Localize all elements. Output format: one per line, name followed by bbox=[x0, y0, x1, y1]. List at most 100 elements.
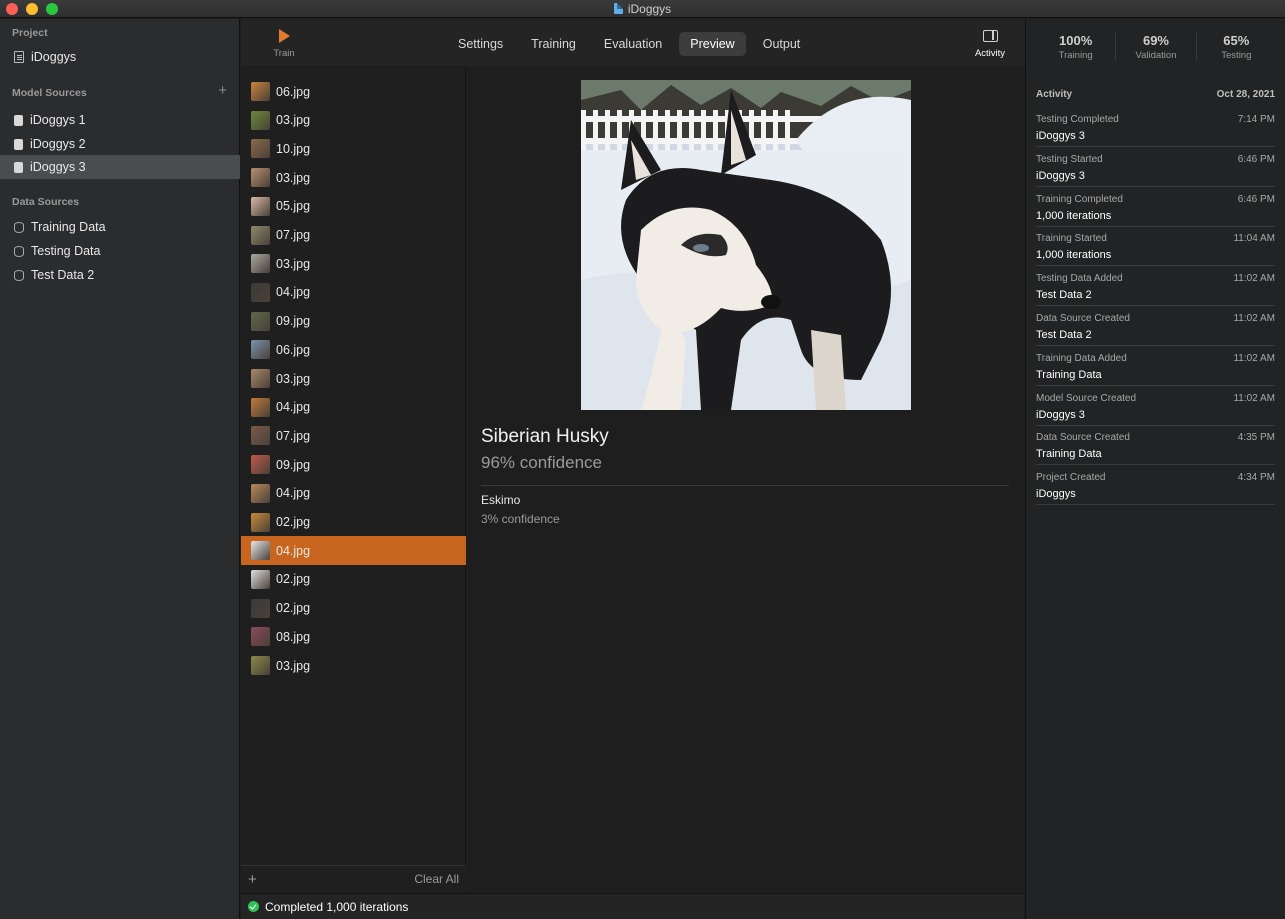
file-row[interactable]: 04.jpg bbox=[241, 393, 466, 422]
file-thumbnail bbox=[251, 196, 270, 216]
file-name: 09.jpg bbox=[276, 314, 311, 329]
alt-prediction-confidence: 3% confidence bbox=[481, 512, 560, 526]
file-row[interactable]: 09.jpg bbox=[241, 450, 466, 479]
sidebar-item-data-source[interactable]: Training Data bbox=[0, 215, 240, 239]
activity-time: 4:35 PM bbox=[1237, 432, 1275, 444]
file-row[interactable]: 08.jpg bbox=[241, 622, 466, 651]
activity-entry: Data Source Created 11:02 AM Test Data 2 bbox=[1036, 306, 1275, 346]
activity-subject: iDoggys bbox=[1036, 488, 1076, 501]
file-row[interactable]: 06.jpg bbox=[241, 77, 466, 106]
activity-label: Activity bbox=[974, 48, 1006, 59]
file-row[interactable]: 05.jpg bbox=[241, 192, 466, 221]
sidebar-item-label: Training Data bbox=[31, 220, 106, 234]
file-row[interactable]: 04.jpg bbox=[241, 278, 466, 307]
plus-icon: + bbox=[218, 82, 227, 99]
file-name: 10.jpg bbox=[276, 141, 311, 156]
status-text: Completed 1,000 iterations bbox=[265, 899, 409, 914]
file-thumbnail bbox=[251, 225, 270, 245]
file-row[interactable]: 03.jpg bbox=[241, 249, 466, 278]
file-thumbnail bbox=[251, 627, 270, 647]
database-icon bbox=[14, 221, 24, 233]
sidebar-item-data-source[interactable]: Test Data 2 bbox=[0, 263, 240, 287]
clear-all-button[interactable]: Clear All bbox=[414, 872, 459, 886]
activity-event: Training Completed bbox=[1036, 193, 1123, 205]
alt-prediction-label: Eskimo bbox=[481, 493, 521, 507]
activity-subject: Test Data 2 bbox=[1036, 329, 1092, 341]
file-row[interactable]: 03.jpg bbox=[241, 651, 466, 680]
status-bar: Completed 1,000 iterations bbox=[241, 893, 1024, 919]
image-file-list: 06.jpg 03.jpg 10.jpg 03.jpg 05.jpg 07.jpg 03.j… bbox=[241, 67, 466, 892]
file-row[interactable]: 02.jpg bbox=[241, 594, 466, 623]
file-row[interactable]: 10.jpg bbox=[241, 134, 466, 163]
activity-subject: iDoggys 3 bbox=[1036, 130, 1085, 142]
file-row[interactable]: 07.jpg bbox=[241, 421, 466, 450]
file-thumbnail bbox=[251, 483, 270, 503]
activity-event: Model Source Created bbox=[1036, 392, 1137, 404]
file-name: 04.jpg bbox=[276, 400, 311, 415]
sidebar-item-model-source[interactable]: iDoggys 2 bbox=[0, 132, 240, 156]
document-icon bbox=[613, 3, 623, 14]
model-icon bbox=[14, 114, 23, 126]
tab-training[interactable]: Training bbox=[520, 32, 587, 56]
file-name: 02.jpg bbox=[276, 601, 311, 616]
database-icon bbox=[14, 245, 24, 257]
file-name: 06.jpg bbox=[276, 342, 311, 357]
metric-validation: 69% Validation bbox=[1116, 33, 1197, 61]
sidebar-item-label: Test Data 2 bbox=[31, 268, 95, 282]
preview-pane: Siberian Husky 96% confidence Eskimo 3% … bbox=[467, 67, 1024, 892]
file-name: 09.jpg bbox=[276, 457, 311, 472]
file-thumbnail bbox=[251, 139, 270, 159]
metric-testing: 65% Testing bbox=[1197, 33, 1276, 61]
file-row[interactable]: 06.jpg bbox=[241, 335, 466, 364]
file-thumbnail bbox=[251, 541, 270, 561]
file-row[interactable]: 03.jpg bbox=[241, 364, 466, 393]
activity-time: 11:02 AM bbox=[1233, 273, 1275, 285]
train-button[interactable]: Train bbox=[271, 29, 297, 59]
metric-value: 69% bbox=[1142, 33, 1169, 48]
activity-entry: Model Source Created 11:02 AM iDoggys 3 bbox=[1036, 386, 1275, 426]
file-row[interactable]: 07.jpg bbox=[241, 221, 466, 250]
activity-subject: iDoggys 3 bbox=[1036, 408, 1085, 421]
project-document-icon bbox=[14, 51, 24, 63]
file-row-selected[interactable]: 04.jpg bbox=[241, 536, 466, 566]
sidebar-item-model-source-selected[interactable]: iDoggys 3 bbox=[0, 155, 240, 179]
activity-subject: 1,000 iterations bbox=[1036, 249, 1112, 262]
add-model-source-button[interactable]: + bbox=[218, 82, 227, 99]
file-row[interactable]: 02.jpg bbox=[241, 508, 466, 537]
metric-label: Training bbox=[1058, 50, 1093, 61]
activity-time: 11:02 AM bbox=[1233, 352, 1275, 364]
sidebar: Project iDoggys Model Sources + iDoggys … bbox=[0, 19, 240, 919]
activity-entry: Testing Completed 7:14 PM iDoggys 3 bbox=[1036, 107, 1275, 147]
sidebar-item-model-source[interactable]: iDoggys 1 bbox=[0, 108, 240, 132]
file-row[interactable]: 03.jpg bbox=[241, 163, 466, 192]
tab-settings[interactable]: Settings bbox=[447, 32, 514, 56]
file-thumbnail bbox=[251, 656, 270, 675]
activity-toggle-button[interactable]: Activity bbox=[972, 30, 1008, 59]
add-files-button[interactable]: + bbox=[248, 871, 257, 888]
sidebar-item-project[interactable]: iDoggys bbox=[0, 45, 240, 69]
file-row[interactable]: 09.jpg bbox=[241, 307, 466, 336]
file-row[interactable]: 04.jpg bbox=[241, 479, 466, 508]
metric-label: Testing bbox=[1221, 50, 1252, 61]
file-row[interactable]: 03.jpg bbox=[241, 106, 466, 135]
activity-entry: Training Completed 6:46 PM 1,000 iteration… bbox=[1036, 187, 1275, 227]
tab-preview[interactable]: Preview bbox=[679, 32, 746, 56]
sidebar-item-data-source[interactable]: Testing Data bbox=[0, 239, 240, 263]
tab-evaluation[interactable]: Evaluation bbox=[593, 32, 673, 56]
close-window-button[interactable] bbox=[6, 3, 18, 15]
preview-image[interactable] bbox=[581, 80, 911, 410]
file-thumbnail bbox=[251, 397, 270, 417]
tab-output[interactable]: Output bbox=[752, 32, 812, 56]
file-name: 03.jpg bbox=[276, 658, 311, 673]
model-icon bbox=[14, 138, 23, 150]
activity-date: Oct 28, 2021 bbox=[1216, 89, 1275, 100]
activity-time: 7:14 PM bbox=[1237, 114, 1275, 125]
file-row[interactable]: 02.jpg bbox=[241, 565, 466, 594]
zoom-window-button[interactable] bbox=[46, 3, 58, 15]
metric-value: 100% bbox=[1059, 33, 1093, 48]
minimize-window-button[interactable] bbox=[26, 3, 38, 15]
activity-entry: Training Started 11:04 AM 1,000 iterations bbox=[1036, 226, 1275, 267]
database-icon bbox=[14, 269, 24, 281]
file-name: 04.jpg bbox=[276, 486, 311, 501]
activity-subject: Training Data bbox=[1036, 448, 1102, 461]
